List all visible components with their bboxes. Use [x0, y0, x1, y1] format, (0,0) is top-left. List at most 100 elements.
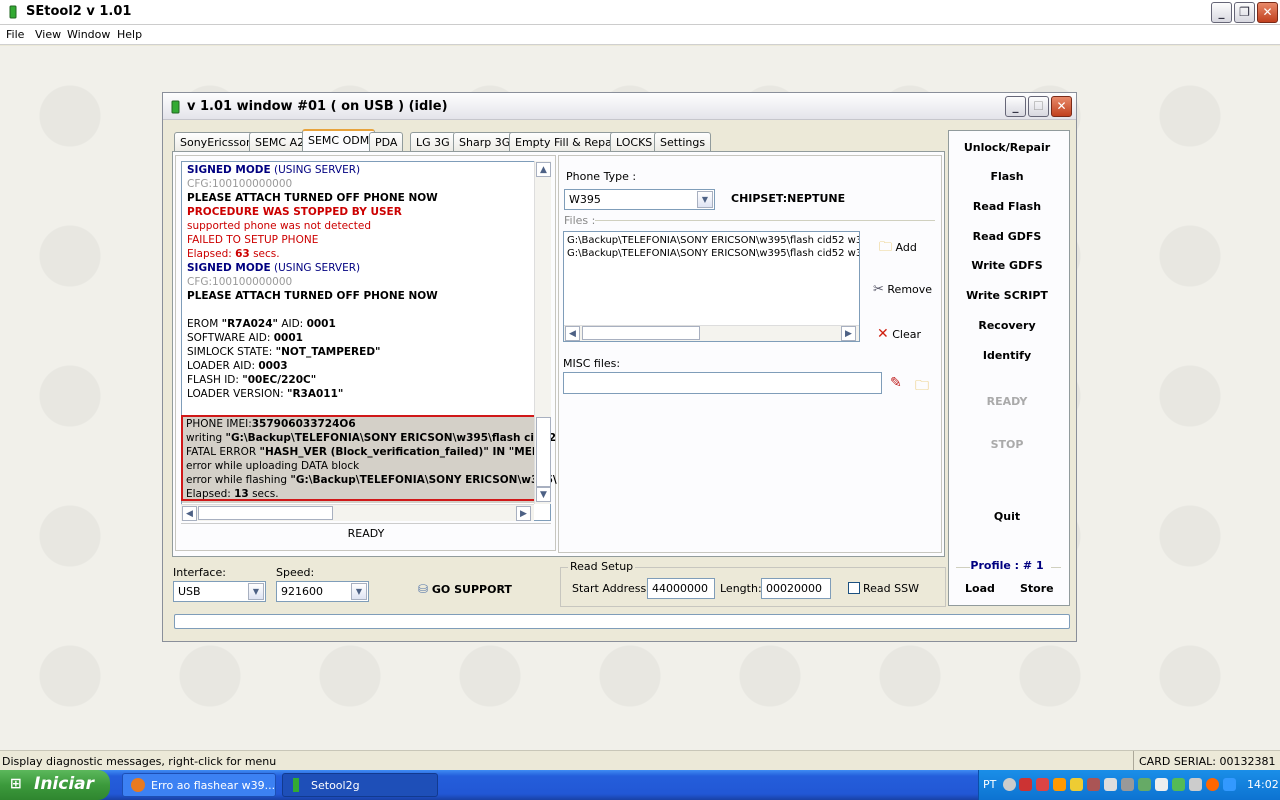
shield-icon[interactable] [1070, 778, 1083, 791]
tray-app-icon[interactable] [1019, 778, 1032, 791]
language-indicator[interactable]: PT [983, 778, 996, 791]
tab-empty-fill-repair[interactable]: Empty Fill & Repair [509, 132, 626, 151]
write-gdfs-button[interactable]: Write GDFS [952, 259, 1062, 272]
tab-semc-a2[interactable]: SEMC A2 [249, 132, 311, 151]
window-close-button[interactable]: ✕ [1051, 96, 1072, 117]
files-horizontal-scrollbar[interactable]: ◀ ▶ [564, 325, 859, 341]
menu-file[interactable]: File [6, 28, 24, 41]
usb-icon[interactable] [1155, 778, 1168, 791]
window-maximize-button[interactable]: ☐ [1028, 96, 1049, 117]
log-text: secs. [249, 248, 280, 260]
length-input[interactable]: 00020000 [761, 578, 831, 599]
system-tray: PT 14:02 [978, 770, 1280, 800]
read-ssw-checkbox[interactable] [848, 582, 860, 594]
volume-icon[interactable] [1104, 778, 1117, 791]
speed-select[interactable]: 921600 ▼ [276, 581, 369, 602]
log-text: PROCEDURE WAS STOPPED BY USER [187, 206, 402, 218]
scroll-thumb[interactable] [536, 417, 551, 487]
window-title: v 1.01 window #01 ( on USB ) (idle) [187, 99, 448, 114]
scroll-thumb[interactable] [582, 326, 700, 340]
scroll-left-button[interactable]: ◀ [565, 326, 580, 341]
read-flash-button[interactable]: Read Flash [952, 200, 1062, 213]
log-text: CFG: [187, 276, 213, 288]
start-button[interactable]: ⊞ Iniciar [0, 770, 110, 800]
taskbar-item-label: Setool2g [311, 779, 360, 792]
write-script-button[interactable]: Write SCRIPT [952, 289, 1062, 302]
list-item[interactable]: G:\Backup\TELEFONIA\SONY ERICSON\w395\fl… [567, 235, 859, 246]
minimize-button[interactable]: _ [1211, 2, 1232, 23]
menu-view[interactable]: View [35, 28, 61, 41]
window-minimize-button[interactable]: _ [1005, 96, 1026, 117]
clear-files-button[interactable]: ✕ Clear [877, 326, 921, 342]
tray-app-icon[interactable] [1172, 778, 1185, 791]
misc-files-input[interactable] [563, 372, 882, 394]
go-support-button[interactable]: ⛁ GO SUPPORT [418, 582, 512, 596]
close-button[interactable]: ✕ [1257, 2, 1278, 23]
restore-button[interactable]: ❐ [1234, 2, 1255, 23]
read-setup-label: Read Setup [568, 560, 636, 573]
store-button[interactable]: Store [1020, 582, 1054, 595]
tray-arrow-icon[interactable] [1003, 778, 1016, 791]
scroll-up-button[interactable]: ▲ [536, 162, 551, 177]
load-button[interactable]: Load [965, 582, 995, 595]
menu-bar: File View Window Help [0, 25, 1280, 45]
scroll-right-button[interactable]: ▶ [516, 506, 531, 521]
flash-button[interactable]: Flash [952, 170, 1062, 183]
files-list[interactable]: G:\Backup\TELEFONIA\SONY ERICSON\w395\fl… [563, 231, 860, 342]
tab-semc-odm[interactable]: SEMC ODM [302, 129, 376, 152]
phone-icon [293, 778, 299, 792]
length-label: Length: [720, 582, 762, 595]
stop-button[interactable]: STOP [952, 438, 1062, 451]
quit-button[interactable]: Quit [952, 510, 1062, 523]
tab-pda[interactable]: PDA [369, 132, 404, 151]
tab-locks[interactable]: LOCKS [610, 132, 659, 151]
tray-app-icon[interactable] [1053, 778, 1066, 791]
window-title-bar: v 1.01 window #01 ( on USB ) (idle) _ ☐ … [163, 93, 1076, 120]
identify-button[interactable]: Identify [952, 349, 1062, 362]
tab-sonyericsson[interactable]: SonyEricsson [174, 132, 259, 151]
tray-app-icon[interactable] [1121, 778, 1134, 791]
scroll-thumb[interactable] [198, 506, 333, 520]
log-text: LOADER AID: [187, 360, 259, 372]
phone-type-select[interactable]: W395 ▼ [564, 189, 715, 210]
recovery-button[interactable]: Recovery [952, 319, 1062, 332]
scroll-left-button[interactable]: ◀ [182, 506, 197, 521]
add-file-button[interactable]: 🗀 Add [879, 238, 917, 260]
printer-icon[interactable] [1189, 778, 1202, 791]
log-text: (USING SERVER) [270, 164, 361, 176]
list-item[interactable]: G:\Backup\TELEFONIA\SONY ERICSON\w395\fl… [567, 248, 859, 259]
log-text: supported phone was not detected [187, 220, 372, 232]
scroll-down-button[interactable]: ▼ [536, 487, 551, 502]
error-highlight-box [181, 415, 541, 501]
display-icon[interactable] [1223, 778, 1236, 791]
chevron-down-icon[interactable]: ▼ [248, 583, 264, 600]
taskbar-item-browser[interactable]: Erro ao flashear w39... [122, 773, 276, 797]
tab-sharp-3g[interactable]: Sharp 3G [453, 132, 517, 151]
unlock-repair-button[interactable]: Unlock/Repair [952, 141, 1062, 154]
start-address-input[interactable]: 44000000 [647, 578, 715, 599]
tray-app-icon[interactable] [1087, 778, 1100, 791]
misc-files-label: MISC files: [563, 357, 621, 370]
log-text: SOFTWARE AID: [187, 332, 274, 344]
ready-status: READY [986, 395, 1028, 408]
menu-window[interactable]: Window [67, 28, 110, 41]
remove-file-button[interactable]: ✂ Remove [873, 282, 932, 297]
tab-lg-3g[interactable]: LG 3G [410, 132, 456, 151]
interface-select[interactable]: USB ▼ [173, 581, 266, 602]
log-text: SIGNED MODE [187, 164, 271, 176]
folder-icon[interactable]: 🗀 [915, 375, 929, 399]
network-icon[interactable] [1138, 778, 1151, 791]
taskbar-item-setool[interactable]: Setool2g [282, 773, 438, 797]
scroll-right-button[interactable]: ▶ [841, 326, 856, 341]
chevron-down-icon[interactable]: ▼ [697, 191, 713, 208]
chevron-down-icon[interactable]: ▼ [351, 583, 367, 600]
pencil-icon[interactable]: ✎ [890, 375, 902, 391]
log-vertical-scrollbar[interactable]: ▲ ▼ [534, 161, 551, 504]
support-icon: ⛁ [418, 582, 429, 596]
tab-settings[interactable]: Settings [654, 132, 712, 151]
pdf-icon[interactable] [1036, 778, 1049, 791]
read-gdfs-button[interactable]: Read GDFS [952, 230, 1062, 243]
log-horizontal-scrollbar[interactable]: ◀ ▶ [181, 504, 534, 521]
menu-help[interactable]: Help [117, 28, 142, 41]
tray-app-icon[interactable] [1206, 778, 1219, 791]
